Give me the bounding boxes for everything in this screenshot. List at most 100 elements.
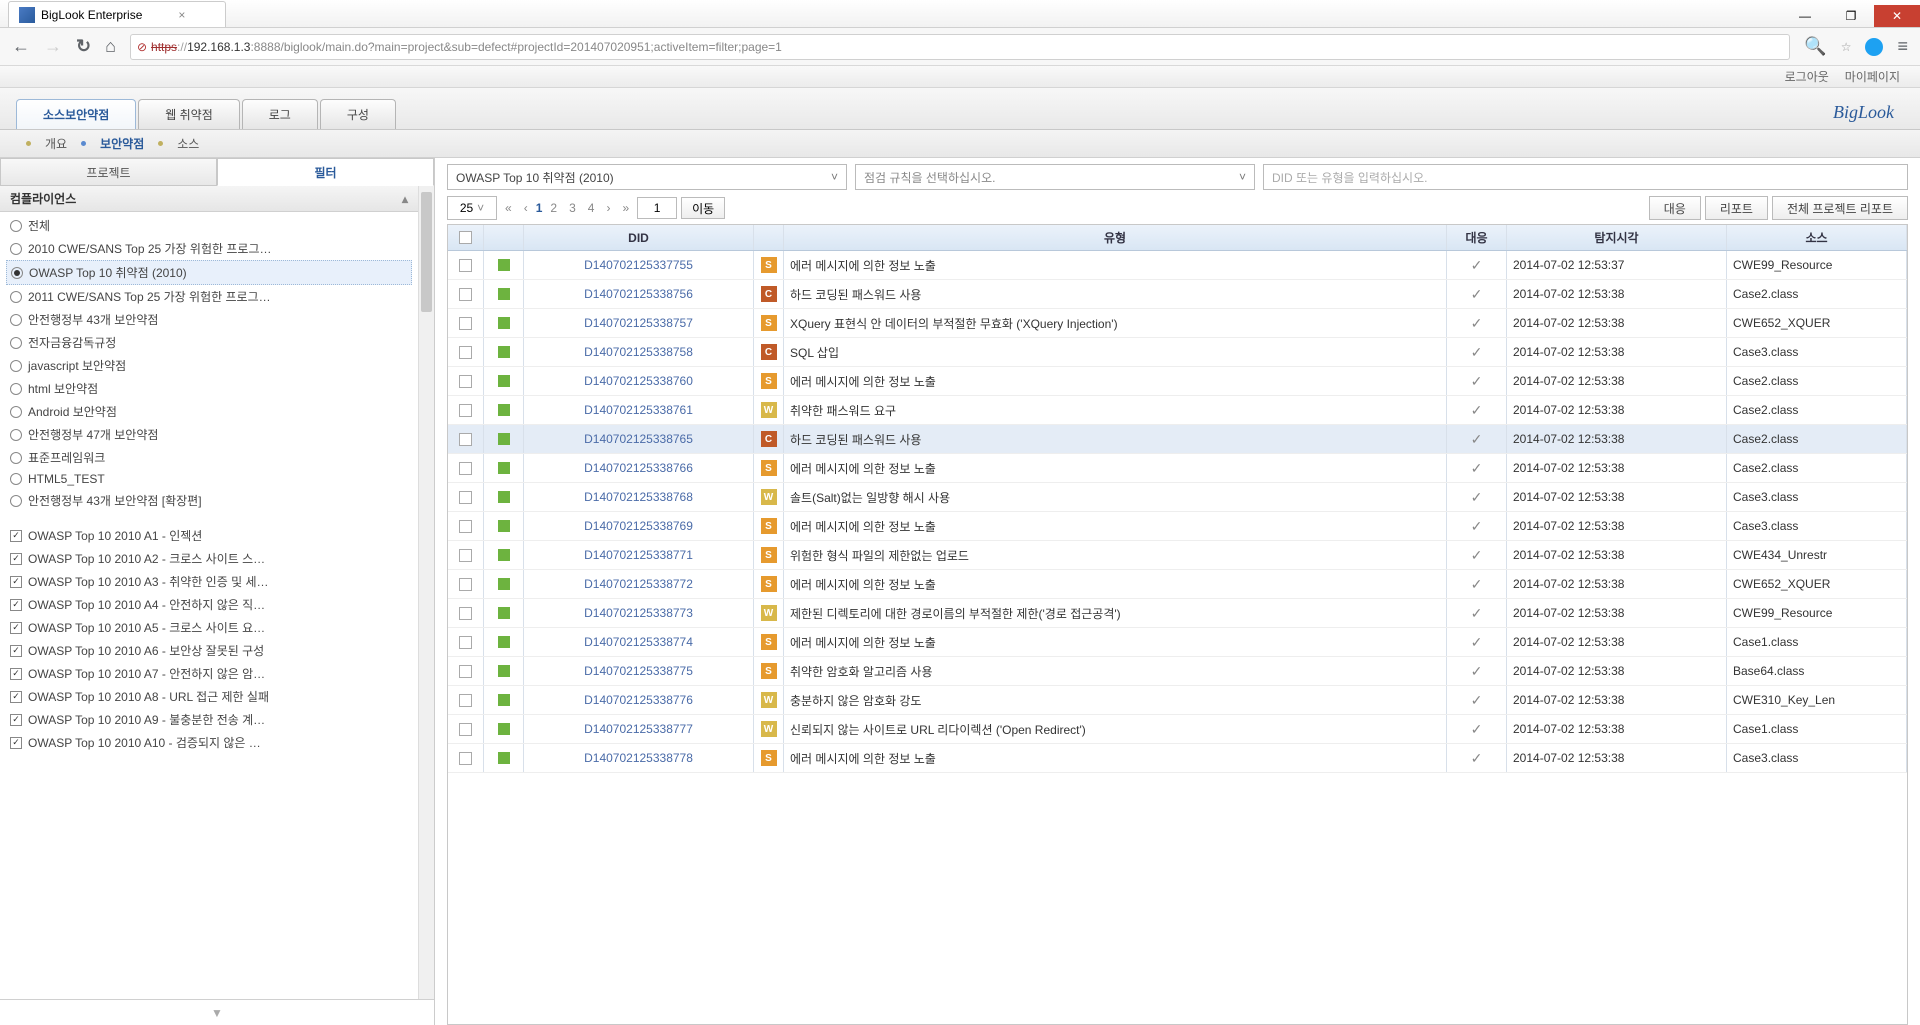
owasp-check-item[interactable]: ✓OWASP Top 10 2010 A4 - 안전하지 않은 직… xyxy=(6,593,412,616)
sidebar-tab-filter[interactable]: 필터 xyxy=(217,158,434,186)
did-cell[interactable]: D140702125338778 xyxy=(524,744,754,772)
table-row[interactable]: D140702125338775S취약한 암호화 알고리즘 사용✓2014-07… xyxy=(448,657,1907,686)
type-cell[interactable]: 취약한 암호화 알고리즘 사용 xyxy=(784,657,1447,685)
close-tab-icon[interactable]: × xyxy=(178,8,185,22)
row-checkbox[interactable] xyxy=(448,367,484,395)
page-2[interactable]: 2 xyxy=(546,201,561,215)
mypage-link[interactable]: 마이페이지 xyxy=(1845,68,1900,85)
owasp-check-item[interactable]: ✓OWASP Top 10 2010 A8 - URL 접근 제한 실패 xyxy=(6,685,412,708)
source-cell[interactable]: Case3.class xyxy=(1727,512,1907,540)
did-cell[interactable]: D140702125338757 xyxy=(524,309,754,337)
logout-link[interactable]: 로그아웃 xyxy=(1785,68,1829,85)
did-cell[interactable]: D140702125338774 xyxy=(524,628,754,656)
header-response[interactable]: 대응 xyxy=(1447,225,1507,250)
minimize-button[interactable]: — xyxy=(1782,5,1828,27)
did-cell[interactable]: D140702125338765 xyxy=(524,425,754,453)
source-cell[interactable]: Case2.class xyxy=(1727,425,1907,453)
type-cell[interactable]: 하드 코딩된 패스워드 사용 xyxy=(784,280,1447,308)
browser-tab[interactable]: BigLook Enterprise × xyxy=(8,1,226,27)
did-cell[interactable]: D140702125338758 xyxy=(524,338,754,366)
source-cell[interactable]: Case2.class xyxy=(1727,454,1907,482)
compliance-radio-item[interactable]: HTML5_TEST xyxy=(6,469,412,489)
all-project-report-button[interactable]: 전체 프로젝트 리포트 xyxy=(1772,196,1908,220)
type-cell[interactable]: 솔트(Salt)없는 일방향 해시 사용 xyxy=(784,483,1447,511)
table-row[interactable]: D140702125337755S에러 메시지에 의한 정보 노출✓2014-0… xyxy=(448,251,1907,280)
source-cell[interactable]: Case3.class xyxy=(1727,483,1907,511)
compliance-radio-item[interactable]: 안전행정부 43개 보안약점 [확장편] xyxy=(6,489,412,512)
first-page-button[interactable]: « xyxy=(501,201,516,215)
row-checkbox[interactable] xyxy=(448,425,484,453)
page-number-input[interactable] xyxy=(637,197,677,219)
header-source[interactable]: 소스 xyxy=(1727,225,1907,250)
close-window-button[interactable]: ✕ xyxy=(1874,5,1920,27)
compliance-radio-item[interactable]: OWASP Top 10 취약점 (2010) xyxy=(6,260,412,285)
compliance-radio-item[interactable]: html 보안약점 xyxy=(6,377,412,400)
type-cell[interactable]: 충분하지 않은 암호화 강도 xyxy=(784,686,1447,714)
tab-web-vuln[interactable]: 웹 취약점 xyxy=(138,99,240,129)
type-cell[interactable]: 하드 코딩된 패스워드 사용 xyxy=(784,425,1447,453)
page-go-button[interactable]: 이동 xyxy=(681,197,725,219)
did-cell[interactable]: D140702125338756 xyxy=(524,280,754,308)
type-cell[interactable]: 에러 메시지에 의한 정보 노출 xyxy=(784,744,1447,772)
did-cell[interactable]: D140702125338776 xyxy=(524,686,754,714)
row-checkbox[interactable] xyxy=(448,338,484,366)
tab-config[interactable]: 구성 xyxy=(320,99,396,129)
sidebar-scrollbar[interactable] xyxy=(418,186,434,999)
sidebar-tab-project[interactable]: 프로젝트 xyxy=(0,158,217,186)
respond-button[interactable]: 대응 xyxy=(1649,196,1701,220)
extension-icon[interactable] xyxy=(1865,38,1883,56)
menu-icon[interactable]: ≡ xyxy=(1897,36,1908,57)
source-cell[interactable]: Case2.class xyxy=(1727,367,1907,395)
header-time[interactable]: 탐지시각 xyxy=(1507,225,1727,250)
table-row[interactable]: D140702125338758CSQL 삽입✓2014-07-02 12:53… xyxy=(448,338,1907,367)
breadcrumb-source[interactable]: 소스 xyxy=(177,135,199,152)
source-cell[interactable]: Base64.class xyxy=(1727,657,1907,685)
row-checkbox[interactable] xyxy=(448,744,484,772)
did-cell[interactable]: D140702125338760 xyxy=(524,367,754,395)
table-row[interactable]: D140702125338768W솔트(Salt)없는 일방향 해시 사용✓20… xyxy=(448,483,1907,512)
row-checkbox[interactable] xyxy=(448,251,484,279)
header-checkbox[interactable] xyxy=(448,225,484,250)
type-cell[interactable]: 에러 메시지에 의한 정보 노출 xyxy=(784,570,1447,598)
type-cell[interactable]: 제한된 디렉토리에 대한 경로이름의 부적절한 제한('경로 접근공격') xyxy=(784,599,1447,627)
owasp-check-item[interactable]: ✓OWASP Top 10 2010 A2 - 크로스 사이트 스… xyxy=(6,547,412,570)
compliance-radio-item[interactable]: 표준프레임워크 xyxy=(6,446,412,469)
reload-button[interactable]: ↻ xyxy=(76,36,91,57)
row-checkbox[interactable] xyxy=(448,396,484,424)
compliance-radio-item[interactable]: Android 보안약점 xyxy=(6,400,412,423)
type-cell[interactable]: 위험한 형식 파일의 제한없는 업로드 xyxy=(784,541,1447,569)
type-cell[interactable]: 에러 메시지에 의한 정보 노출 xyxy=(784,512,1447,540)
row-checkbox[interactable] xyxy=(448,657,484,685)
prev-page-button[interactable]: ‹ xyxy=(520,201,532,215)
source-cell[interactable]: Case2.class xyxy=(1727,396,1907,424)
collapse-icon[interactable]: ▴ xyxy=(402,192,408,206)
row-checkbox[interactable] xyxy=(448,280,484,308)
did-cell[interactable]: D140702125337755 xyxy=(524,251,754,279)
source-cell[interactable]: CWE652_XQUER xyxy=(1727,309,1907,337)
source-cell[interactable]: CWE434_Unrestr xyxy=(1727,541,1907,569)
did-cell[interactable]: D140702125338769 xyxy=(524,512,754,540)
type-cell[interactable]: 신뢰되지 않는 사이트로 URL 리다이렉션 ('Open Redirect') xyxy=(784,715,1447,743)
source-cell[interactable]: Case1.class xyxy=(1727,715,1907,743)
rule-select[interactable]: 점검 규칙을 선택하십시오. ˅ xyxy=(855,164,1255,190)
maximize-button[interactable]: ❐ xyxy=(1828,5,1874,27)
row-checkbox[interactable] xyxy=(448,686,484,714)
compliance-select[interactable]: OWASP Top 10 취약점 (2010) ˅ xyxy=(447,164,847,190)
report-button[interactable]: 리포트 xyxy=(1705,196,1768,220)
did-cell[interactable]: D140702125338773 xyxy=(524,599,754,627)
row-checkbox[interactable] xyxy=(448,309,484,337)
type-cell[interactable]: 취약한 패스워드 요구 xyxy=(784,396,1447,424)
did-cell[interactable]: D140702125338761 xyxy=(524,396,754,424)
breadcrumb-overview[interactable]: 개요 xyxy=(45,135,67,152)
compliance-header[interactable]: 컴플라이언스 ▴ xyxy=(0,186,418,212)
row-checkbox[interactable] xyxy=(448,541,484,569)
table-row[interactable]: D140702125338769S에러 메시지에 의한 정보 노출✓2014-0… xyxy=(448,512,1907,541)
source-cell[interactable]: Case3.class xyxy=(1727,744,1907,772)
table-row[interactable]: D140702125338772S에러 메시지에 의한 정보 노출✓2014-0… xyxy=(448,570,1907,599)
table-row[interactable]: D140702125338757SXQuery 표현식 안 데이터의 부적절한 … xyxy=(448,309,1907,338)
type-cell[interactable]: 에러 메시지에 의한 정보 노출 xyxy=(784,367,1447,395)
compliance-radio-item[interactable]: 안전행정부 47개 보안약점 xyxy=(6,423,412,446)
page-1[interactable]: 1 xyxy=(536,201,543,215)
compliance-radio-item[interactable]: 전자금융감독규정 xyxy=(6,331,412,354)
owasp-check-item[interactable]: ✓OWASP Top 10 2010 A5 - 크로스 사이트 요… xyxy=(6,616,412,639)
